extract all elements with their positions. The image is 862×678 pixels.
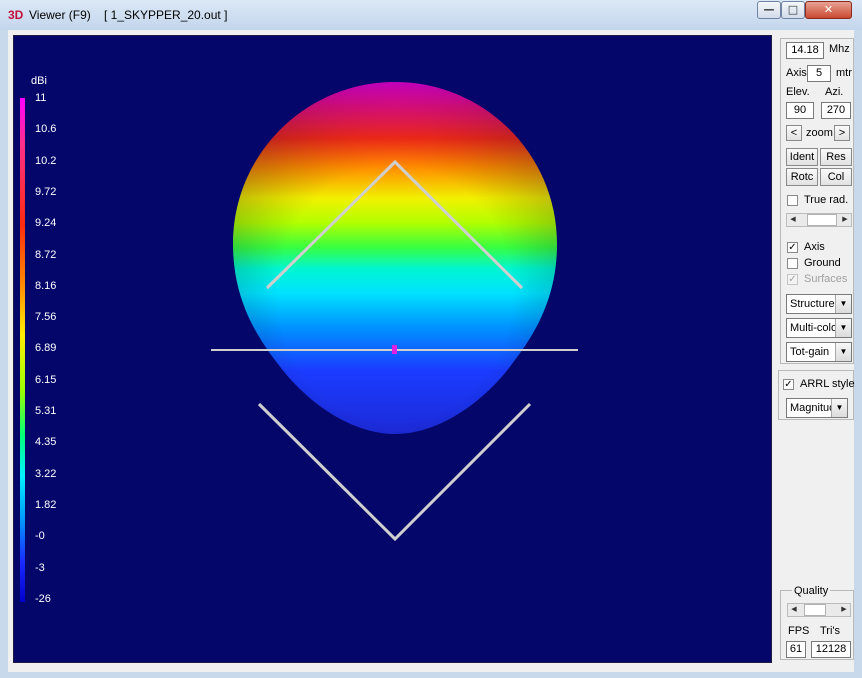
window-file-name: [ 1_SKYPPER_20.out ]: [104, 8, 228, 22]
ground-checkbox-label: Ground: [804, 257, 841, 269]
chevron-down-icon[interactable]: ▼: [831, 399, 847, 417]
gain-type-dropdown[interactable]: Tot-gain ▼: [786, 342, 852, 362]
surfaces-checkbox-label: Surfaces: [804, 273, 848, 285]
legend-label: -3: [35, 561, 45, 574]
maximize-icon: □: [787, 3, 799, 16]
zoom-out-button[interactable]: <: [786, 125, 802, 141]
frequency-field[interactable]: 14.18: [786, 42, 824, 59]
legend-label: 1.82: [35, 498, 57, 511]
chevron-down-icon[interactable]: ▼: [835, 319, 851, 337]
axis-label: Axis: [786, 67, 807, 79]
close-button[interactable]: ✕: [805, 1, 852, 19]
surfaces-checkbox: ✓: [787, 274, 798, 285]
maximize-button[interactable]: □: [781, 1, 805, 19]
quality-label: Quality: [792, 585, 831, 597]
fps-value: 61: [786, 641, 806, 658]
legend-label: -0: [35, 530, 45, 543]
window-title: Viewer (F9): [29, 8, 91, 22]
elevation-field[interactable]: 90: [786, 102, 814, 119]
slider-thumb[interactable]: [807, 214, 837, 226]
legend-label: 3.22: [35, 467, 57, 480]
color-mode-dropdown[interactable]: Multi-colo ▼: [786, 318, 852, 338]
legend-label: 9.24: [35, 217, 57, 230]
arrl-style-label: ARRL style: [800, 378, 855, 390]
minimize-button[interactable]: —: [757, 1, 781, 19]
axis-length-field[interactable]: 5: [807, 65, 831, 82]
close-icon: ✕: [823, 3, 834, 16]
radiation-lobe: [233, 82, 557, 434]
true-rad-checkbox[interactable]: [787, 195, 798, 206]
chevron-down-icon[interactable]: ▼: [835, 343, 851, 361]
title-bar: 3D Viewer (F9) [ 1_SKYPPER_20.out ] — □ …: [0, 0, 862, 30]
legend-label: 5.31: [35, 405, 57, 417]
frequency-unit: Mhz: [829, 43, 850, 55]
structure-dropdown-value: Structure: [790, 298, 835, 310]
scroll-right-icon[interactable]: ▶: [838, 604, 850, 616]
magnitude-dropdown-value: Magnituc: [790, 402, 835, 414]
legend-label: 10.2: [35, 154, 57, 167]
zoom-in-button[interactable]: >: [834, 125, 850, 141]
legend-label: 9.72: [35, 185, 57, 198]
legend-label: 6.15: [35, 373, 57, 386]
magnitude-dropdown[interactable]: Magnituc ▼: [786, 398, 848, 418]
fps-label: FPS: [788, 625, 810, 637]
color-mode-dropdown-value: Multi-colo: [790, 322, 838, 334]
structure-dropdown[interactable]: Structure ▼: [786, 294, 852, 314]
quality-slider-thumb[interactable]: [804, 604, 826, 616]
zoom-label: zoom: [806, 127, 833, 139]
legend-label: 10.6: [35, 123, 57, 136]
true-rad-label: True rad.: [804, 194, 849, 206]
quality-slider[interactable]: ◀ ▶: [787, 603, 851, 617]
tris-label: Tri's: [820, 625, 841, 637]
legend-label: 8.16: [35, 279, 57, 292]
legend-label: 4.35: [35, 436, 57, 449]
legend-label: 11: [35, 92, 47, 104]
ground-checkbox[interactable]: [787, 258, 798, 269]
control-panel: 14.18 Mhz Axis 5 mtr Elev. Azi. 90 270 <…: [778, 35, 855, 663]
gain-type-dropdown-value: Tot-gain: [790, 346, 830, 358]
ident-button[interactable]: Ident: [786, 148, 818, 166]
elevation-label: Elev.: [786, 86, 810, 98]
axis-unit: mtr: [836, 67, 852, 79]
axis-checkbox-label: Axis: [804, 241, 825, 253]
col-button[interactable]: Col: [820, 168, 852, 186]
true-rad-slider[interactable]: ◀ ▶: [786, 213, 852, 227]
pattern-render: [211, 82, 578, 542]
legend-label: -26: [35, 592, 51, 605]
feed-point-marker: [392, 345, 397, 354]
tris-value: 12128: [811, 641, 851, 658]
chevron-down-icon[interactable]: ▼: [835, 295, 851, 313]
scroll-left-icon[interactable]: ◀: [788, 604, 800, 616]
legend-unit: dBi: [31, 75, 47, 87]
gain-color-scale: [20, 98, 25, 602]
scroll-left-icon[interactable]: ◀: [787, 214, 799, 226]
rotc-button[interactable]: Rotc: [786, 168, 818, 186]
3d-viewport[interactable]: dBi 11 10.6 10.2 9.72 9.24 8.72 8.16 7.56 6.89 6.…: [13, 35, 772, 663]
legend-label: 6.89: [35, 342, 57, 355]
azimuth-label: Azi.: [825, 86, 844, 98]
azimuth-field[interactable]: 270: [821, 102, 851, 119]
arrl-style-checkbox[interactable]: ✓: [783, 379, 794, 390]
legend-label: 8.72: [35, 248, 57, 261]
res-button[interactable]: Res: [820, 148, 852, 166]
app-3d-icon[interactable]: 3D: [8, 8, 23, 22]
axis-checkbox[interactable]: ✓: [787, 242, 798, 253]
scroll-right-icon[interactable]: ▶: [839, 214, 851, 226]
minimize-icon: —: [763, 3, 775, 16]
legend-label: 7.56: [35, 311, 57, 324]
